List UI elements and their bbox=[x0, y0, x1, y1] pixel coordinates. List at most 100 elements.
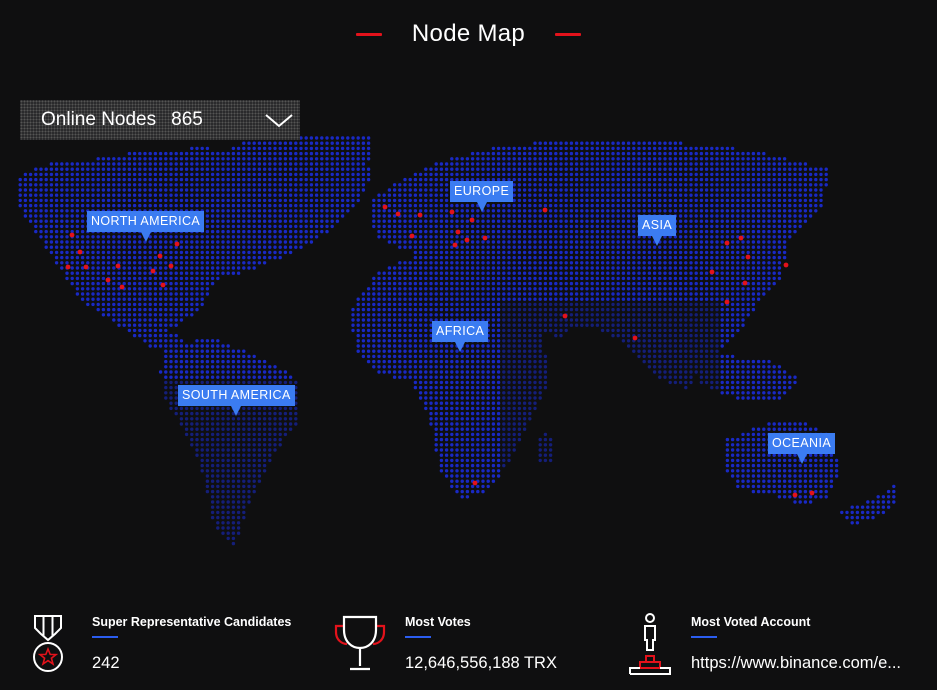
map-dot bbox=[710, 313, 714, 317]
map-dot bbox=[767, 214, 771, 218]
map-dot bbox=[590, 162, 594, 166]
map-dot bbox=[580, 203, 584, 208]
map-dot bbox=[398, 219, 402, 223]
map-dot bbox=[772, 209, 776, 213]
map-dot bbox=[403, 339, 407, 343]
map-dot bbox=[382, 229, 386, 234]
map-dot bbox=[366, 339, 371, 343]
map-dot bbox=[377, 193, 381, 197]
map-dot bbox=[387, 235, 392, 239]
map-dot bbox=[528, 240, 532, 244]
map-dot bbox=[678, 333, 683, 338]
map-dot bbox=[179, 281, 184, 286]
map-dot bbox=[247, 157, 251, 161]
map-dot bbox=[559, 162, 563, 166]
map-dot bbox=[533, 297, 537, 301]
map-dot bbox=[678, 323, 683, 327]
map-dot bbox=[481, 229, 485, 234]
map-dot bbox=[75, 287, 80, 291]
map-dot bbox=[663, 297, 667, 301]
map-dot bbox=[637, 167, 641, 171]
map-dot bbox=[424, 255, 428, 260]
map-dot bbox=[184, 157, 189, 161]
map-dot bbox=[658, 276, 662, 281]
map-dot bbox=[65, 219, 69, 223]
map-dot bbox=[756, 203, 761, 208]
map-dot bbox=[80, 214, 85, 218]
map-dot bbox=[730, 219, 735, 223]
map-dot bbox=[751, 177, 756, 182]
map-dot bbox=[476, 157, 480, 161]
map-dot bbox=[325, 157, 329, 161]
map-dot bbox=[205, 359, 210, 364]
map-dot bbox=[517, 333, 522, 338]
map-dot bbox=[502, 344, 506, 348]
map-dot bbox=[704, 240, 709, 244]
map-dot bbox=[195, 235, 199, 239]
map-dot bbox=[652, 271, 657, 275]
map-dot bbox=[699, 146, 704, 151]
map-dot bbox=[725, 203, 730, 208]
map-dot bbox=[70, 214, 74, 218]
map-dot bbox=[330, 224, 334, 229]
map-dot bbox=[611, 229, 615, 234]
map-dot bbox=[476, 229, 480, 234]
map-dot bbox=[564, 141, 568, 145]
map-dot bbox=[273, 141, 277, 145]
map-dot bbox=[554, 297, 558, 301]
map-dot bbox=[720, 276, 724, 281]
map-dot bbox=[772, 250, 776, 255]
map-dot bbox=[632, 198, 636, 203]
map-dot bbox=[590, 146, 594, 151]
map-dot bbox=[736, 245, 740, 249]
map-dot bbox=[242, 183, 246, 187]
map-dot bbox=[699, 151, 704, 156]
map-dot bbox=[486, 349, 490, 353]
map-dot bbox=[460, 240, 464, 244]
map-dot bbox=[522, 281, 527, 286]
map-dot bbox=[517, 297, 522, 301]
map-dot bbox=[434, 219, 438, 223]
map-dot bbox=[60, 224, 64, 229]
map-dot bbox=[595, 261, 600, 265]
map-dot bbox=[694, 302, 698, 307]
map-dot bbox=[595, 157, 600, 161]
map-dot bbox=[54, 219, 59, 223]
map-dot bbox=[418, 297, 423, 301]
map-dot bbox=[746, 162, 750, 166]
map-dot bbox=[190, 188, 194, 192]
map-dot bbox=[559, 302, 563, 307]
map-dot bbox=[626, 245, 631, 249]
map-dot bbox=[80, 271, 85, 275]
map-dot bbox=[247, 146, 251, 151]
map-dot bbox=[590, 219, 594, 223]
map-dot bbox=[418, 224, 423, 229]
map-dot bbox=[366, 136, 371, 140]
map-dot bbox=[554, 162, 558, 166]
map-dot bbox=[101, 255, 106, 260]
map-dot bbox=[767, 183, 771, 187]
map-dot bbox=[741, 287, 745, 291]
map-dot bbox=[611, 157, 615, 161]
map-dot bbox=[444, 271, 449, 275]
map-dot bbox=[278, 214, 282, 218]
map-dot bbox=[314, 157, 319, 161]
map-dot bbox=[112, 261, 116, 265]
map-dot bbox=[533, 151, 537, 156]
map-dot bbox=[600, 177, 605, 182]
map-dot bbox=[54, 224, 59, 229]
map-dot bbox=[704, 323, 709, 327]
map-dot bbox=[361, 302, 366, 307]
map-dot bbox=[236, 177, 241, 182]
map-dot bbox=[226, 214, 230, 218]
map-dot bbox=[704, 188, 709, 192]
map-dot bbox=[652, 172, 657, 177]
map-dot bbox=[294, 219, 298, 223]
map-dot bbox=[117, 302, 121, 307]
map-dot bbox=[600, 162, 605, 166]
map-dot bbox=[205, 219, 210, 223]
map-dot bbox=[533, 287, 537, 291]
map-dot bbox=[621, 146, 626, 151]
map-dot bbox=[403, 271, 407, 275]
map-dot bbox=[190, 287, 194, 291]
